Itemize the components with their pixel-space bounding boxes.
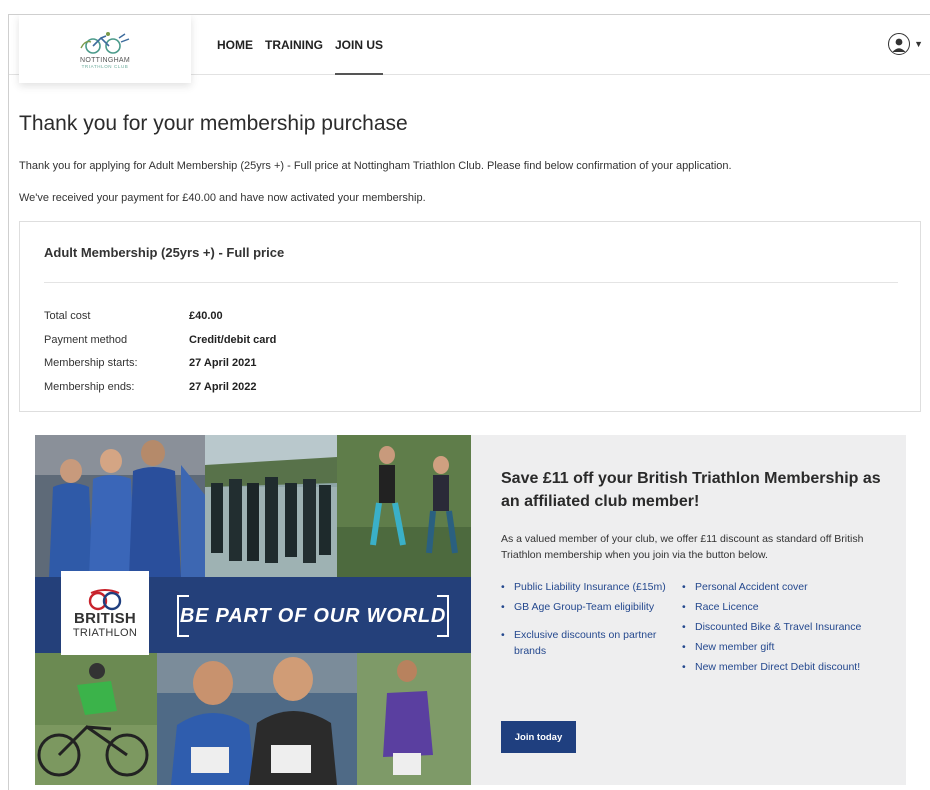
promo-heading: Save £11 off your British Triathlon Memb… bbox=[501, 470, 881, 510]
nav-join-us[interactable]: JOIN US bbox=[335, 15, 384, 75]
benefit-item: Race Licence bbox=[682, 599, 862, 615]
row-value: 27 April 2021 bbox=[189, 357, 257, 370]
benefit-item: Exclusive discounts on partner brands bbox=[501, 627, 681, 659]
club-logo-name: NOTTINGHAM bbox=[79, 56, 131, 64]
main-nav: HOME TRAINING JOIN US bbox=[217, 15, 395, 75]
nav-training[interactable]: TRAINING bbox=[265, 15, 323, 75]
row-value: Credit/debit card bbox=[189, 333, 277, 346]
summary-row-total-cost: Total cost £40.00 bbox=[44, 304, 276, 328]
club-logo[interactable]: NOTTINGHAM TRIATHLON CLUB bbox=[19, 15, 191, 83]
summary-row-payment-method: Payment method Credit/debit card bbox=[44, 328, 276, 352]
benefit-item: New member Direct Debit discount! bbox=[682, 659, 862, 675]
club-logo-sub: TRIATHLON CLUB bbox=[81, 63, 129, 69]
intro-text: Thank you for applying for Adult Members… bbox=[19, 160, 732, 172]
row-value: 27 April 2022 bbox=[189, 380, 257, 393]
british-triathlon-banner: BRITISH TRIATHLON BE PART OF OUR WORLD bbox=[35, 435, 471, 785]
row-label: Total cost bbox=[44, 309, 91, 322]
benefit-item: Discounted Bike & Travel Insurance bbox=[682, 619, 862, 635]
row-label: Membership starts: bbox=[44, 357, 138, 370]
page-title: Thank you for your membership purchase bbox=[19, 112, 408, 135]
benefit-item: Public Liability Insurance (£15m) bbox=[501, 579, 681, 595]
browser-frame: NOTTINGHAM TRIATHLON CLUB HOME TRAINING … bbox=[8, 14, 930, 790]
promo-panel: Save £11 off your British Triathlon Memb… bbox=[471, 435, 906, 785]
divider bbox=[44, 282, 898, 283]
benefit-item: GB Age Group-Team eligibility bbox=[501, 599, 681, 615]
row-label: Membership ends: bbox=[44, 380, 135, 393]
user-circle-icon bbox=[888, 33, 911, 55]
chevron-down-icon: ▼ bbox=[914, 39, 923, 49]
membership-summary-card: Adult Membership (25yrs +) - Full price … bbox=[19, 221, 921, 412]
summary-rows: Total cost £40.00 Payment method Credit/… bbox=[44, 304, 276, 399]
promo-description: As a valued member of your club, we offe… bbox=[501, 533, 864, 561]
slogan-bracket bbox=[437, 635, 447, 637]
banner-slogan: BE PART OF OUR WORLD bbox=[177, 595, 449, 637]
british-triathlon-logo-mark bbox=[88, 588, 122, 610]
row-value: £40.00 bbox=[189, 309, 223, 322]
join-today-button[interactable]: Join today bbox=[501, 721, 576, 753]
nav-home[interactable]: HOME bbox=[217, 15, 253, 75]
row-label: Payment method bbox=[44, 333, 128, 346]
payment-note: We've received your payment for £40.00 a… bbox=[19, 192, 426, 204]
banner-slogan-text: BE PART OF OUR WORLD bbox=[179, 604, 447, 627]
bt-logo-line2: TRIATHLON bbox=[72, 626, 138, 639]
benefits-list-right: Personal Accident cover Race Licence Dis… bbox=[682, 579, 862, 679]
benefit-item: New member gift bbox=[682, 639, 862, 655]
user-menu[interactable]: ▼ bbox=[888, 33, 923, 55]
summary-row-membership-ends: Membership ends: 27 April 2022 bbox=[44, 375, 276, 399]
british-triathlon-logo: BRITISH TRIATHLON bbox=[61, 571, 149, 655]
bt-logo-line1: BRITISH bbox=[73, 609, 137, 627]
club-logo-mark bbox=[80, 31, 130, 54]
membership-title: Adult Membership (25yrs +) - Full price bbox=[44, 245, 285, 260]
benefits-list-left: Public Liability Insurance (£15m) GB Age… bbox=[501, 579, 681, 663]
site-header: NOTTINGHAM TRIATHLON CLUB HOME TRAINING … bbox=[9, 15, 930, 83]
slogan-bracket bbox=[437, 595, 447, 597]
summary-row-membership-starts: Membership starts: 27 April 2021 bbox=[44, 351, 276, 375]
benefit-item: Personal Accident cover bbox=[682, 579, 862, 595]
